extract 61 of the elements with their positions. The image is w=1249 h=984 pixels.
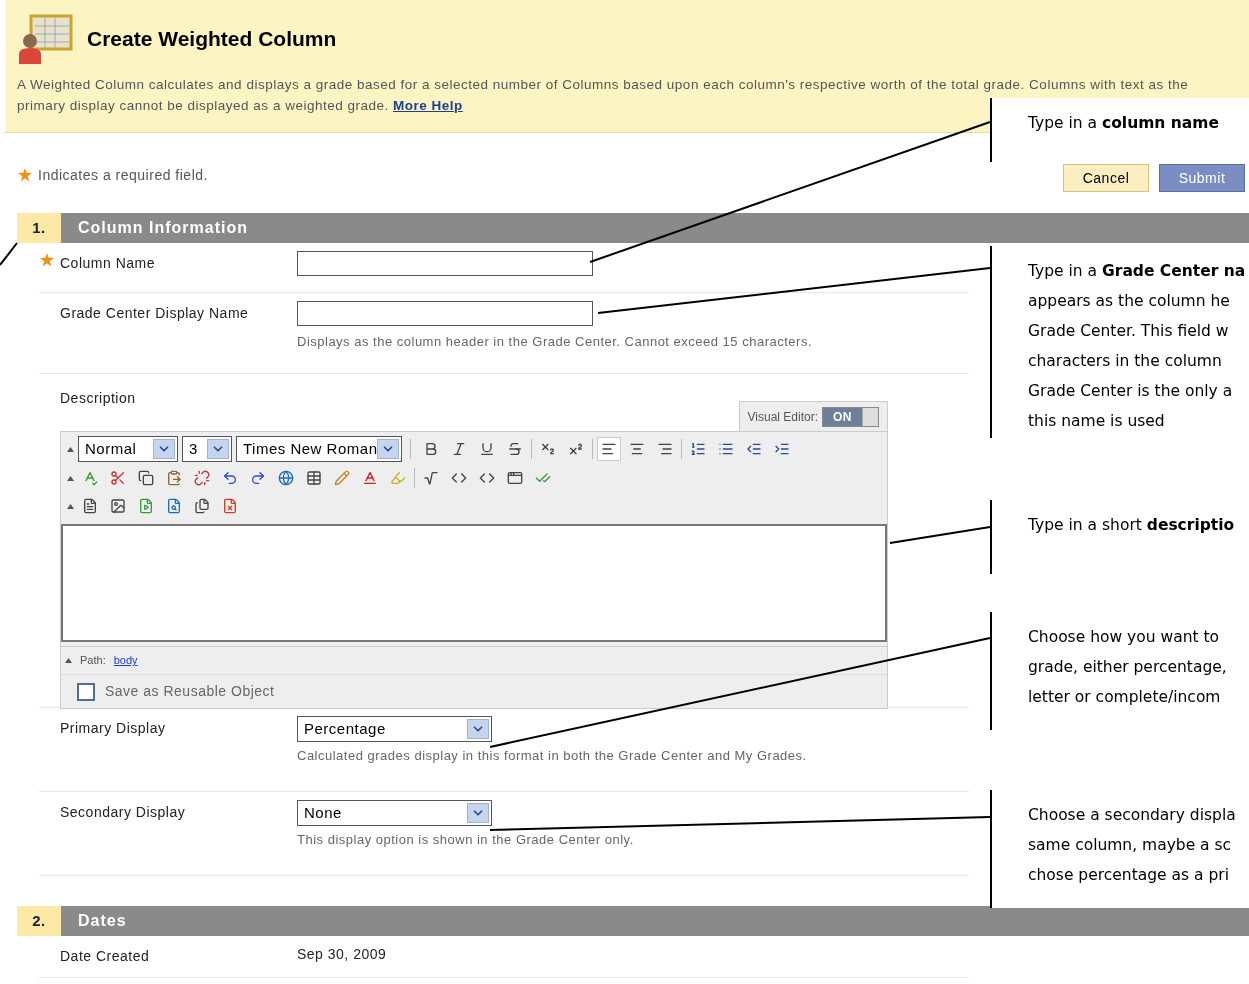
dropdown-caret-icon xyxy=(467,719,489,739)
select-field[interactable]: Percentage xyxy=(297,716,492,742)
callout-text: Type in a column name xyxy=(1028,113,1220,134)
callout-text: Grade Center is the only a xyxy=(1028,381,1234,402)
field-value: Sep 30, 2009 xyxy=(297,945,387,964)
callout-text: this name is used xyxy=(1028,411,1166,432)
callout-text: Type in a Grade Center na xyxy=(1028,261,1247,282)
field-label: Primary Display xyxy=(60,719,166,738)
editor-text-area[interactable] xyxy=(61,524,887,642)
callout-text: characters in the column xyxy=(1028,351,1223,372)
field-label: Secondary Display xyxy=(60,803,186,822)
field-label: Grade Center Display Name xyxy=(60,304,249,323)
collapse-icon[interactable] xyxy=(67,475,74,481)
checkbox-label: Save as Reusable Object xyxy=(105,682,275,701)
align-icon[interactable] xyxy=(597,437,621,461)
callout-text: Choose a secondary displa xyxy=(1028,805,1237,826)
dropdown-caret-icon xyxy=(207,439,229,459)
checkbox[interactable] xyxy=(77,682,95,701)
callout-text: Type in a short descriptio xyxy=(1028,515,1236,536)
page-title: Create Weighted Column xyxy=(87,26,337,53)
path-bar: Path: body xyxy=(61,646,887,674)
more-help-link[interactable]: More Help xyxy=(392,98,463,113)
field-label: Date Created xyxy=(60,947,150,966)
dropdown-caret-icon xyxy=(467,803,489,823)
callout-text: Choose how you want to xyxy=(1028,627,1221,648)
callout-text: appears as the column he xyxy=(1028,291,1231,312)
gradebook-icon xyxy=(17,14,73,64)
dropdown-caret-icon xyxy=(153,439,175,459)
field-hint: Displays as the column header in the Grade Center. Cannot exceed 15 characters. xyxy=(297,333,812,351)
callout-text: chose percentage as a pri xyxy=(1028,865,1230,886)
text-input-field[interactable] xyxy=(297,251,593,276)
section-number: 1. xyxy=(17,213,61,243)
field-label: Description xyxy=(60,389,136,408)
required-star-icon xyxy=(18,168,32,182)
callout-text: Grade Center. This field w xyxy=(1028,321,1230,342)
required-note: Indicates a required field. xyxy=(38,165,208,185)
cancel-button[interactable]: Cancel xyxy=(1063,164,1149,192)
required-star-icon xyxy=(39,253,54,267)
dropdown-caret-icon xyxy=(377,439,399,459)
select-field[interactable]: Normal xyxy=(78,436,178,462)
visual-editor-tab: Visual Editor: ON xyxy=(738,401,888,431)
text-input-field[interactable] xyxy=(297,301,593,326)
section-number: 2. xyxy=(17,906,61,936)
page-description: A Weighted Column calculates and displays a grade based for a selected number of Columns based upon each column's respective worth of the total grade. Columns with text as the primary display cannot be displayed as a weighted grade. More Help xyxy=(17,76,1190,115)
collapse-icon[interactable] xyxy=(65,658,72,663)
select-field[interactable]: 3 xyxy=(182,436,232,462)
field-hint: This display option is shown in the Grade Center only. xyxy=(297,831,634,849)
collapse-icon[interactable] xyxy=(67,446,74,452)
leader-line xyxy=(0,242,18,266)
field-hint: Calculated grades display in this format in both the Grade Center and My Grades. xyxy=(297,747,807,765)
callout-text: letter or complete/incom xyxy=(1028,687,1222,708)
path-link[interactable]: body xyxy=(113,652,138,669)
section-title: Column Information xyxy=(77,218,248,238)
section-title: Dates xyxy=(77,911,127,931)
field-label: Column Name xyxy=(60,254,155,273)
collapse-icon[interactable] xyxy=(67,503,74,509)
select-field[interactable]: None xyxy=(297,800,492,826)
visual-editor-toggle[interactable]: ON xyxy=(822,406,879,427)
callout-text: same column, maybe a sc xyxy=(1028,835,1233,856)
select-field[interactable]: Times New Roman xyxy=(236,436,402,462)
callout-text: grade, either percentage, xyxy=(1028,657,1228,678)
